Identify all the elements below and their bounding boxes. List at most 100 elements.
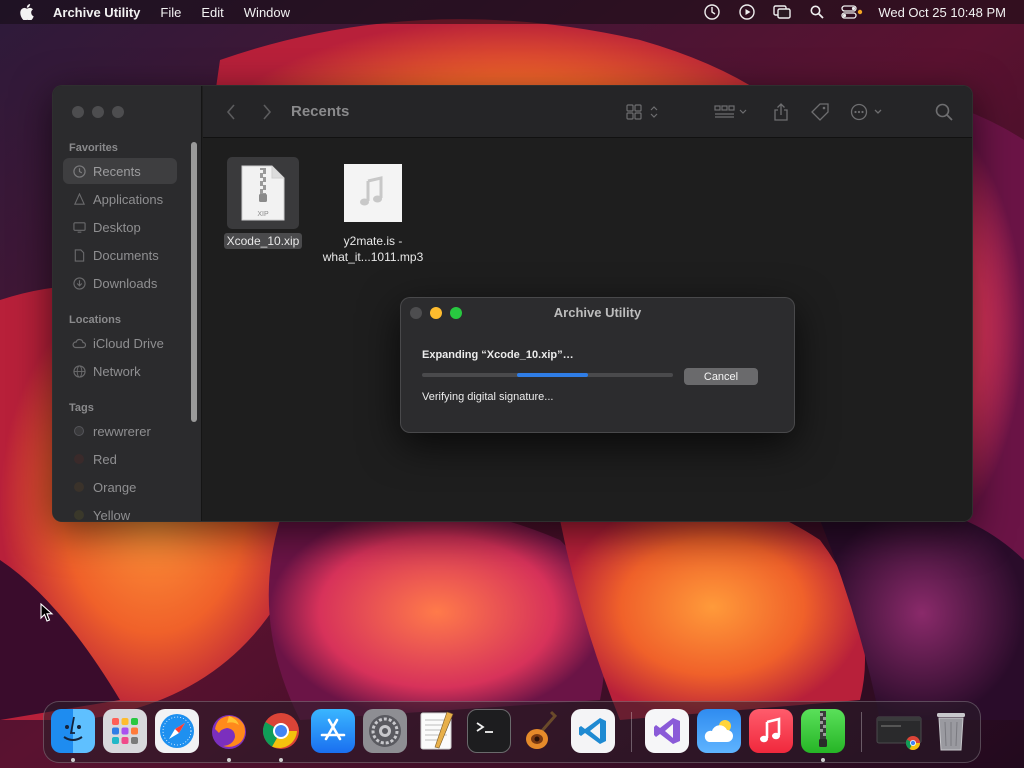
tag-icon[interactable] (809, 100, 831, 124)
sidebar-item-network[interactable]: Network (63, 358, 177, 384)
sidebar-item-applications[interactable]: Applications (63, 186, 177, 212)
dock-safari-icon[interactable] (155, 709, 199, 753)
sidebar-item-label: Red (93, 451, 117, 467)
expanding-message: Expanding “Xcode_10.xip”… (422, 349, 574, 361)
status-message: Verifying digital signature... (422, 391, 554, 403)
sidebar-item-label: Recents (93, 163, 141, 179)
search-icon[interactable] (933, 100, 955, 124)
apple-menu-icon[interactable] (17, 2, 37, 22)
dock-archive-utility-icon[interactable] (801, 709, 845, 753)
sidebar-item-label: Desktop (93, 219, 141, 235)
tag-color-dot (74, 510, 84, 520)
dock-garageband-icon[interactable] (519, 709, 563, 753)
dock-minimized-chrome-window[interactable] (875, 709, 925, 753)
play-icon[interactable] (736, 3, 758, 21)
running-indicator (227, 758, 231, 762)
menu-app-name[interactable]: Archive Utility (53, 5, 140, 20)
more-actions-icon[interactable] (849, 100, 885, 124)
sidebar-item-label: Documents (93, 247, 159, 263)
dialog-title: Archive Utility (553, 305, 642, 320)
finder-sidebar: Favorites Recents Applications Desktop D… (53, 86, 202, 522)
close-button[interactable] (72, 106, 84, 118)
sidebar-tag-rewwrerer[interactable]: rewwrerer (63, 418, 177, 444)
running-indicator (71, 758, 75, 762)
sidebar-scrollbar[interactable] (191, 142, 197, 422)
dock-textedit-icon[interactable] (415, 709, 459, 753)
xip-archive-icon: XIP (227, 157, 299, 229)
time-machine-icon[interactable] (701, 3, 723, 21)
document-icon (72, 248, 86, 262)
dock-finder-icon[interactable] (51, 709, 95, 753)
dock (43, 701, 981, 763)
sidebar-item-label: Network (93, 363, 141, 379)
sidebar-tag-orange[interactable]: Orange (63, 474, 177, 500)
dock-app-store-icon[interactable] (311, 709, 355, 753)
dock-chrome-icon[interactable] (259, 709, 303, 753)
sidebar-item-label: iCloud Drive (93, 335, 164, 351)
dock-terminal-icon[interactable] (467, 709, 511, 753)
screen-mirroring-icon[interactable] (771, 3, 793, 21)
group-by-icon[interactable] (713, 100, 751, 124)
finder-window-controls (72, 106, 132, 118)
menu-bar-clock[interactable]: Wed Oct 25 10:48 PM (878, 5, 1006, 20)
dock-vscode-icon[interactable] (571, 709, 615, 753)
minimize-button[interactable] (92, 106, 104, 118)
sidebar-item-label: Orange (93, 479, 137, 495)
running-indicator (821, 758, 825, 762)
sidebar-item-downloads[interactable]: Downloads (63, 270, 177, 296)
file-name-line-2: what_it...1011.mp3 (322, 250, 424, 264)
archive-utility-dialog: Archive Utility Expanding “Xcode_10.xip”… (400, 297, 795, 433)
sidebar-item-label: rewwrerer (93, 423, 151, 439)
file-item-y2mate-mp3[interactable]: y2mate.is - what_it...1011.mp3 (315, 157, 431, 265)
cancel-button[interactable]: Cancel (684, 368, 758, 385)
dialog-titlebar[interactable]: Archive Utility (401, 298, 794, 326)
share-icon[interactable] (771, 100, 791, 124)
clock-icon (72, 164, 86, 178)
sidebar-item-recents[interactable]: Recents (63, 158, 177, 184)
zoom-button[interactable] (112, 106, 124, 118)
menu-file[interactable]: File (160, 5, 181, 20)
desktop-icon (72, 220, 86, 234)
spotlight-search-icon[interactable] (806, 3, 828, 21)
dock-trash-icon[interactable] (929, 709, 973, 753)
globe-icon (72, 364, 86, 378)
tag-color-dot (74, 454, 84, 464)
sidebar-item-label: Yellow (93, 507, 131, 522)
dock-music-icon[interactable] (749, 709, 793, 753)
download-icon (72, 276, 86, 290)
back-chevron-icon[interactable] (221, 100, 241, 124)
dock-system-settings-icon[interactable] (363, 709, 407, 753)
dock-weather-icon[interactable] (697, 709, 741, 753)
mouse-pointer-icon (40, 603, 54, 622)
view-grid-icon[interactable] (625, 100, 661, 124)
file-name: Xcode_10.xip (223, 233, 303, 249)
audio-file-icon (337, 157, 409, 229)
menu-bar: Archive Utility File Edit Window Wed Oct… (0, 0, 1024, 24)
sidebar-item-desktop[interactable]: Desktop (63, 214, 177, 240)
menu-window[interactable]: Window (244, 5, 290, 20)
file-item-xcode-xip[interactable]: XIP Xcode_10.xip (223, 157, 303, 249)
progress-bar-fill (517, 373, 588, 377)
control-center-icon[interactable] (841, 3, 863, 21)
dock-separator (861, 712, 862, 752)
sidebar-tag-yellow[interactable]: Yellow (63, 502, 177, 522)
dock-launchpad-icon[interactable] (103, 709, 147, 753)
forward-chevron-icon[interactable] (257, 100, 277, 124)
menu-edit[interactable]: Edit (201, 5, 223, 20)
finder-toolbar: Recents (203, 86, 972, 138)
progress-bar (422, 373, 673, 377)
file-name-line-1: y2mate.is - (343, 234, 403, 248)
sidebar-section-locations: Locations (69, 314, 121, 326)
sidebar-item-documents[interactable]: Documents (63, 242, 177, 268)
sidebar-item-label: Downloads (93, 275, 158, 291)
sidebar-item-icloud-drive[interactable]: iCloud Drive (63, 330, 177, 356)
dock-visual-studio-icon[interactable] (645, 709, 689, 753)
sidebar-tag-red[interactable]: Red (63, 446, 177, 472)
dock-firefox-icon[interactable] (207, 709, 251, 753)
cloud-icon (72, 336, 86, 350)
tag-color-dot (74, 426, 84, 436)
sidebar-section-tags: Tags (69, 402, 94, 414)
sidebar-item-label: Applications (93, 191, 164, 207)
running-indicator (279, 758, 283, 762)
applications-icon (72, 192, 86, 206)
